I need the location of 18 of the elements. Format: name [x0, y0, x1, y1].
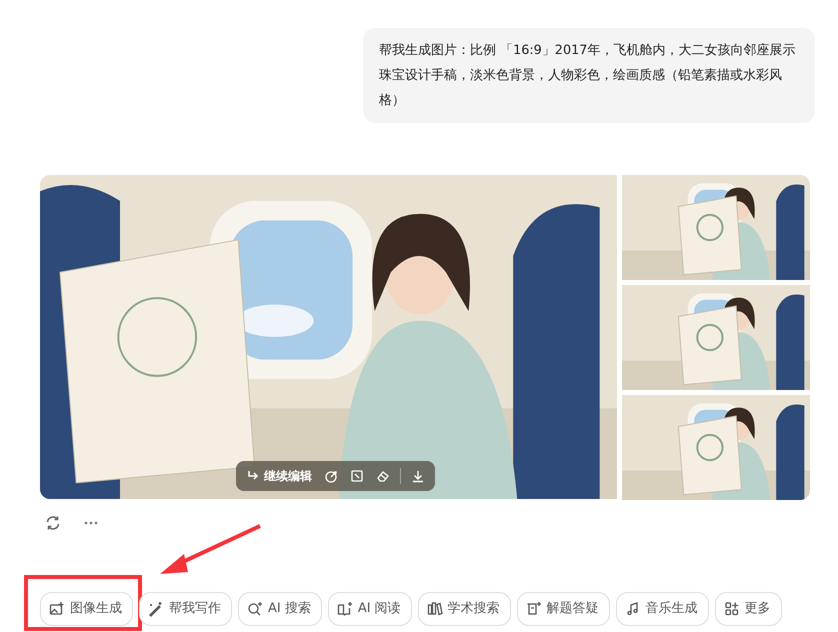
image-add-icon [49, 601, 65, 617]
document-spark-icon [526, 601, 542, 617]
shortcut-chip[interactable]: 更多 [714, 592, 782, 626]
shortcut-chip[interactable]: 帮我写作 [139, 592, 232, 626]
magic-pen-icon [148, 601, 164, 617]
apps-icon [724, 601, 740, 617]
shortcut-chip[interactable]: 图像生成 [40, 592, 133, 626]
more-icon[interactable] [84, 521, 98, 525]
search-spark-icon [247, 601, 263, 617]
prompt-message: 帮我生成图片：比例 「16:9」2017年，飞机舱内，大二女孩向邻座展示珠宝设计手稿，淡米色背景，人物彩色，绘画质感（铅笔素描或水彩风格） [363, 28, 815, 123]
regenerate-icon[interactable] [44, 514, 62, 532]
library-icon [426, 601, 443, 617]
shortcut-chip[interactable]: AI 搜索 [238, 592, 322, 626]
shortcut-chip[interactable]: 解题答疑 [516, 592, 610, 626]
shortcut-chip[interactable]: 学术搜索 [418, 592, 511, 626]
book-spark-icon [336, 601, 353, 617]
shortcut-chip[interactable]: AI 阅读 [328, 592, 412, 626]
shortcut-chip[interactable]: 音乐生成 [616, 592, 709, 626]
